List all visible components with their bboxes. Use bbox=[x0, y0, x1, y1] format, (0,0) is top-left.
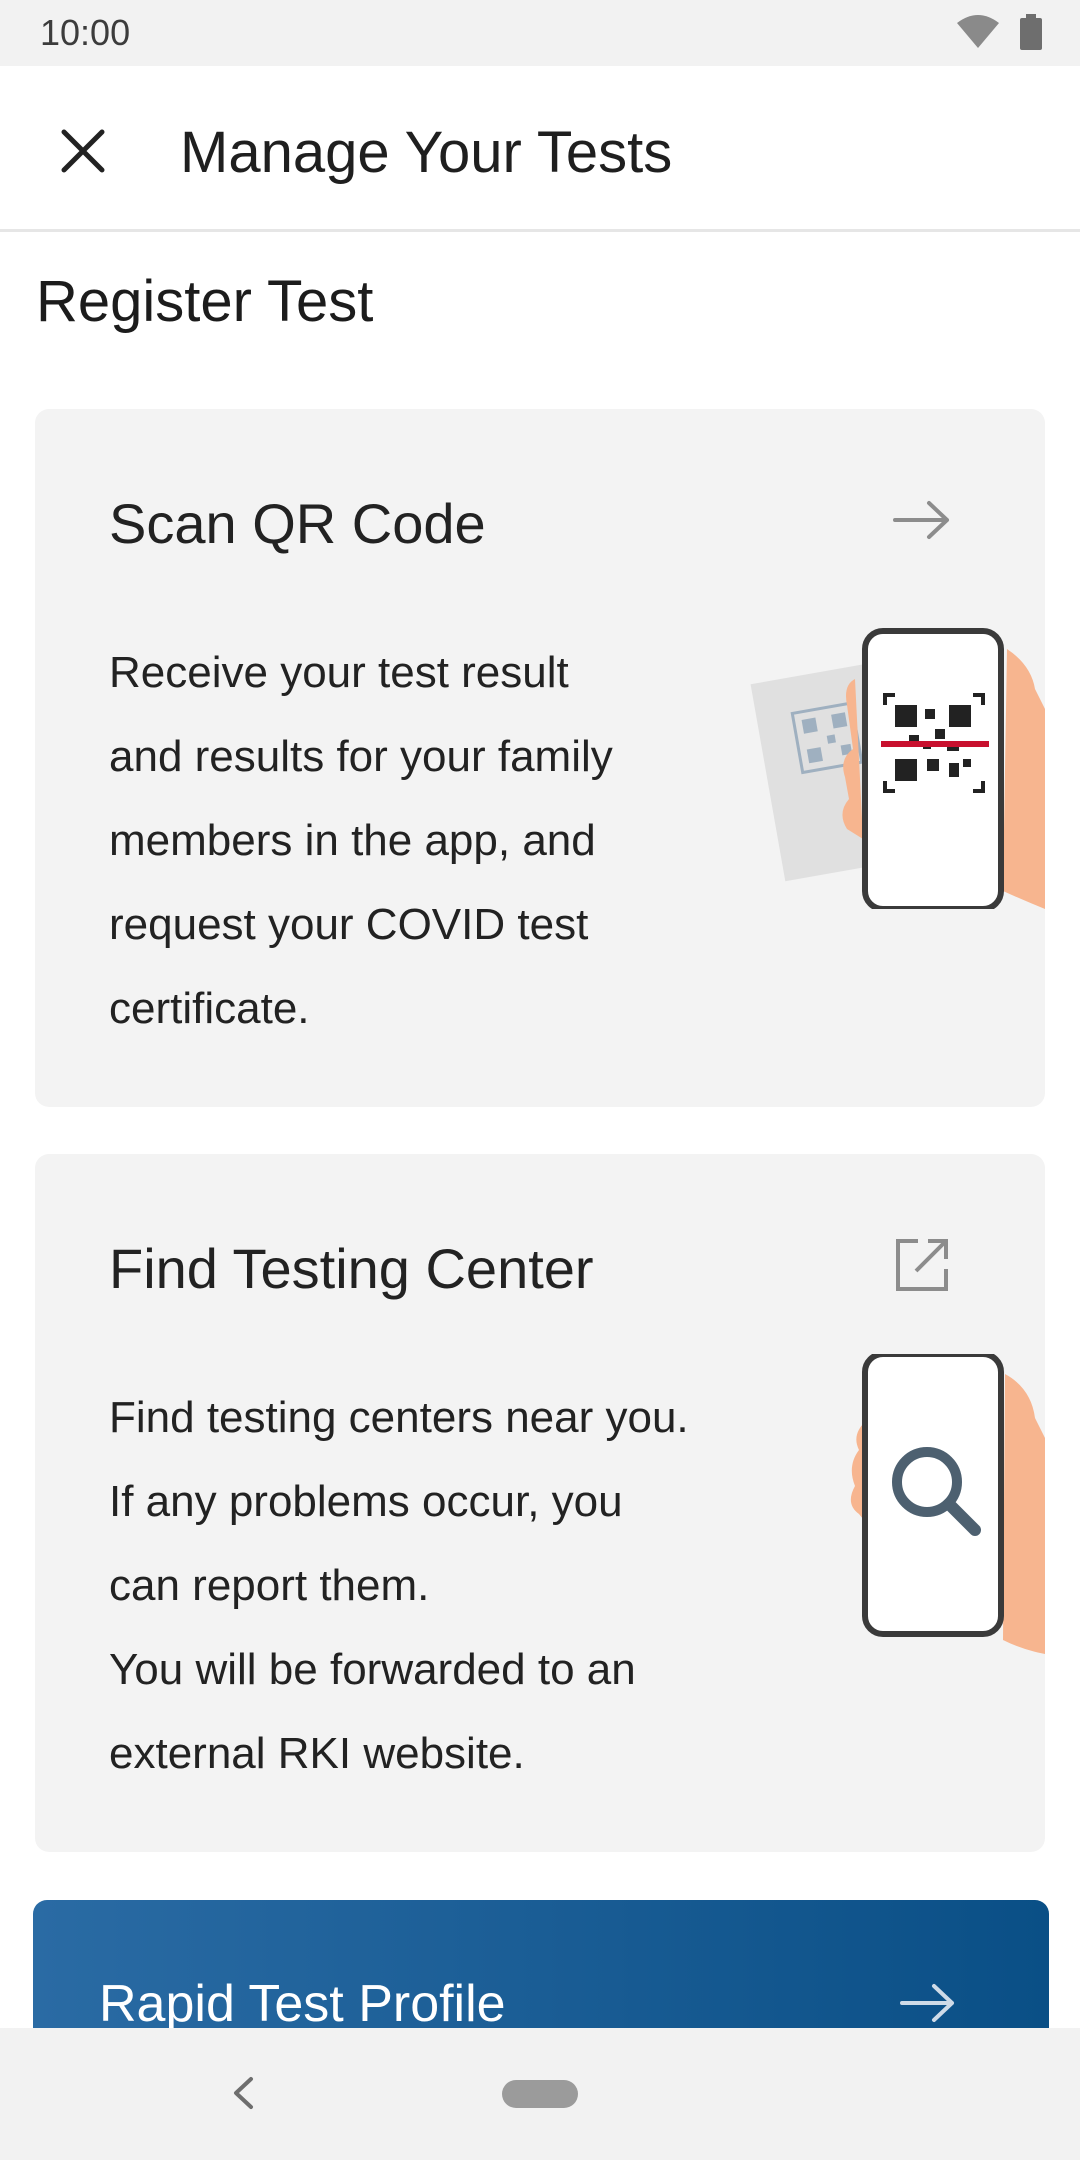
description-line: You will be forwarded to an bbox=[109, 1645, 636, 1694]
back-button[interactable] bbox=[218, 2068, 268, 2118]
arrow-right-icon bbox=[900, 1984, 954, 2022]
wifi-icon bbox=[957, 15, 999, 48]
battery-icon bbox=[1020, 14, 1042, 50]
page-title: Manage Your Tests bbox=[180, 120, 673, 185]
status-icons bbox=[956, 14, 1042, 50]
description-line: members in the app, and bbox=[109, 816, 596, 865]
back-icon bbox=[234, 2077, 253, 2109]
description-line: external RKI website. bbox=[109, 1729, 525, 1778]
description-line: can report them. bbox=[109, 1561, 430, 1610]
description-line: request your COVID test bbox=[109, 900, 589, 949]
qr-scan-illustration bbox=[750, 628, 1045, 909]
description-line: certificate. bbox=[109, 984, 310, 1033]
close-icon bbox=[61, 129, 105, 173]
find-testing-center-card[interactable]: Find Testing Center Find testing centers… bbox=[35, 1154, 1045, 1852]
card-description: Find testing centers near you. If any pr… bbox=[109, 1376, 769, 1796]
external-link-icon bbox=[896, 1239, 948, 1291]
rapid-test-profile-label: Rapid Test Profile bbox=[99, 1975, 506, 2028]
rapid-test-profile-button[interactable]: Rapid Test Profile bbox=[33, 1900, 1049, 2028]
card-title: Scan QR Code bbox=[109, 492, 486, 555]
description-line: Receive your test result bbox=[109, 648, 569, 697]
description-line: If any problems occur, you bbox=[109, 1477, 623, 1526]
testing-center-illustration bbox=[850, 1354, 1045, 1654]
description-line: and results for your family bbox=[109, 732, 613, 781]
status-bar: 10:00 bbox=[0, 0, 1080, 66]
app-bar: Manage Your Tests bbox=[0, 66, 1080, 232]
close-button[interactable] bbox=[50, 118, 116, 184]
home-pill-icon[interactable] bbox=[502, 2080, 578, 2108]
description-line: Find testing centers near you. bbox=[109, 1393, 689, 1442]
card-description: Receive your test result and results for… bbox=[109, 631, 769, 1051]
status-time: 10:00 bbox=[40, 12, 131, 53]
section-title: Register Test bbox=[36, 269, 374, 334]
find-center-external bbox=[889, 1232, 955, 1298]
card-title: Find Testing Center bbox=[109, 1237, 594, 1300]
rapid-test-profile-arrow bbox=[895, 1970, 961, 2028]
scan-qr-arrow bbox=[889, 487, 955, 553]
navigation-bar bbox=[0, 2028, 1080, 2160]
arrow-right-icon bbox=[893, 501, 949, 539]
content-area[interactable]: Register Test Scan QR Code Receive your … bbox=[0, 232, 1080, 2028]
scan-qr-card[interactable]: Scan QR Code Receive your test result an… bbox=[35, 409, 1045, 1107]
